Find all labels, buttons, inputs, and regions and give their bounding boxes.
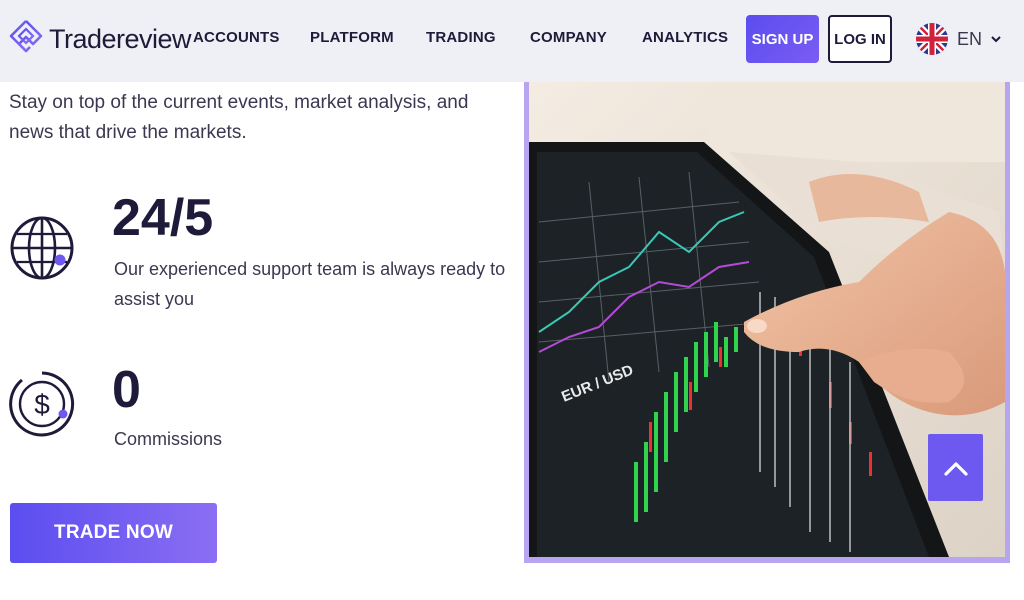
- dollar-coin-icon: $: [9, 371, 75, 437]
- svg-text:$: $: [34, 389, 50, 420]
- globe-icon: [10, 216, 74, 280]
- stat-commissions-value: 0: [112, 361, 141, 419]
- nav-platform[interactable]: PLATFORM: [310, 29, 394, 46]
- site-header: Tradereview ACCOUNTS PLATFORM TRADING CO…: [0, 0, 1024, 82]
- login-button[interactable]: LOG IN: [828, 15, 892, 63]
- nav-accounts[interactable]: ACCOUNTS: [193, 29, 280, 46]
- arrow-up-icon: [943, 461, 968, 476]
- language-selector[interactable]: EN: [915, 19, 1002, 59]
- intro-text: Stay on top of the current events, marke…: [9, 92, 469, 143]
- uk-flag-icon: [916, 23, 948, 55]
- nav-company[interactable]: COMPANY: [530, 29, 607, 46]
- brand-logo[interactable]: Tradereview: [9, 17, 192, 61]
- trade-now-button[interactable]: TRADE NOW: [10, 503, 217, 563]
- stat-support-hours: 24/5: [112, 189, 214, 247]
- chevron-down-icon: [991, 36, 1001, 43]
- nav-analytics[interactable]: ANALYTICS: [642, 29, 728, 46]
- brand-name: Tradereview: [49, 23, 192, 54]
- nav-trading[interactable]: TRADING: [426, 29, 496, 46]
- signup-button[interactable]: SIGN UP: [746, 15, 819, 63]
- scroll-to-top-button[interactable]: [928, 434, 983, 501]
- language-code: EN: [957, 28, 983, 49]
- stat-support-description: Our experienced support team is always r…: [114, 259, 506, 309]
- tradereview-logo-icon: [9, 20, 43, 53]
- stat-commissions-label: Commissions: [114, 429, 223, 449]
